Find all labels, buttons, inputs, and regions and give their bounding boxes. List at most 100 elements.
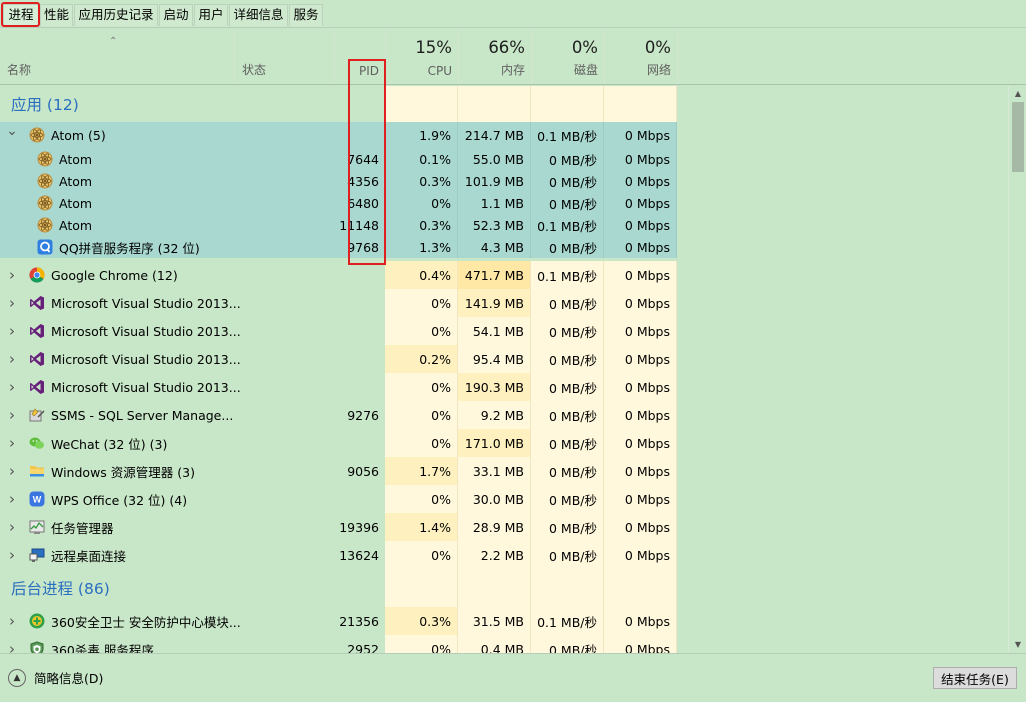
process-name-cell: Atom — [37, 170, 92, 192]
tab-performance[interactable]: 性能 — [40, 4, 73, 26]
process-row[interactable]: › Microsoft Visual Studio 2013... 0% 141.9 … — [0, 289, 677, 317]
chevron-right-icon[interactable]: › — [6, 401, 18, 429]
end-task-button[interactable]: 结束任务(E) — [933, 667, 1017, 689]
background-group-title: 后台进程 (86) — [11, 580, 110, 598]
disk-cell: 0 MB/秒 — [531, 236, 604, 258]
disk-cell: 0 MB/秒 — [531, 401, 604, 429]
net-cell: 0 Mbps — [604, 122, 677, 148]
process-row[interactable]: › W WPS Office (32 位) (4) 0% 30.0 MB 0 MB/秒 0 … — [0, 485, 677, 513]
process-name: Microsoft Visual Studio 2013... — [51, 323, 241, 339]
visual-studio-icon — [29, 351, 45, 367]
mem-cell: 214.7 MB — [458, 122, 531, 148]
tab-services[interactable]: 服务 — [289, 4, 323, 26]
process-child-row[interactable]: QQ拼音服务程序 (32 位) 9768 1.3% 4.3 MB 0 MB/秒 0 Mbp… — [0, 236, 677, 258]
fewer-details-label: 简略信息(D) — [34, 671, 104, 686]
process-name: Microsoft Visual Studio 2013... — [51, 379, 241, 395]
memory-total-percent: 66% — [488, 38, 525, 57]
tab-users[interactable]: 用户 — [194, 4, 228, 26]
pid-cell — [335, 485, 385, 513]
cpu-cell: 0% — [385, 429, 458, 457]
process-row[interactable]: › WeChat (32 位) (3) 0% 171.0 MB 0 MB/秒 0 Mbps — [0, 429, 677, 457]
disk-cell: 0 MB/秒 — [531, 429, 604, 457]
process-row[interactable]: › Microsoft Visual Studio 2013... 0% 190.3 … — [0, 373, 677, 401]
disk-column-header[interactable]: 0% 磁盘 — [532, 29, 604, 84]
chevron-up-icon: ▲ — [8, 668, 26, 687]
process-name-cell: 远程桌面连接 — [29, 541, 126, 569]
process-row[interactable]: › Microsoft Visual Studio 2013... 0.2% 95.4… — [0, 345, 677, 373]
disk-cell: 0.1 MB/秒 — [531, 214, 604, 236]
scroll-down-icon[interactable]: ▼ — [1009, 637, 1026, 653]
pid-cell — [335, 289, 385, 317]
network-column-header[interactable]: 0% 网络 — [605, 29, 677, 84]
process-list: 应用 (12) ⌄ Atom (5) 1.9% 214.7 MB 0.1 MB/秒 0 Mb… — [0, 86, 1008, 653]
cpu-cell: 0.3% — [385, 214, 458, 236]
wps-icon: W — [29, 491, 45, 507]
chevron-right-icon[interactable]: › — [6, 317, 18, 345]
cpu-cell: 1.7% — [385, 457, 458, 485]
process-name: Microsoft Visual Studio 2013... — [51, 351, 241, 367]
chevron-right-icon[interactable]: › — [6, 457, 18, 485]
memory-column-header[interactable]: 66% 内存 — [459, 29, 531, 84]
mem-cell: 0.4 MB — [458, 635, 531, 653]
chevron-right-icon[interactable]: › — [6, 261, 18, 289]
chevron-right-icon[interactable]: › — [6, 373, 18, 401]
process-name: WPS Office (32 位) (4) — [51, 492, 188, 508]
fewer-details-button[interactable]: ▲ 简略信息(D) — [8, 668, 103, 687]
disk-cell: 0 MB/秒 — [531, 457, 604, 485]
scroll-up-icon[interactable]: ▲ — [1009, 86, 1026, 102]
net-cell: 0 Mbps — [604, 345, 677, 373]
cpu-cell: 0% — [385, 541, 458, 569]
cpu-column-header[interactable]: 15% CPU — [386, 29, 458, 84]
disk-cell: 0 MB/秒 — [531, 635, 604, 653]
disk-cell: 0 MB/秒 — [531, 317, 604, 345]
pid-cell — [335, 261, 385, 289]
process-child-row[interactable]: Atom 6480 0% 1.1 MB 0 MB/秒 0 Mbps — [0, 192, 677, 214]
tab-details[interactable]: 详细信息 — [229, 4, 288, 26]
name-column-header[interactable]: ⌃ 名称 — [0, 29, 234, 84]
atom-icon — [29, 127, 45, 143]
scroll-thumb[interactable] — [1012, 102, 1024, 172]
process-row[interactable]: › SSMS - SQL Server Manage... 9276 0% 9.2 MB… — [0, 401, 677, 429]
process-row[interactable]: › Microsoft Visual Studio 2013... 0% 54.1 M… — [0, 317, 677, 345]
process-row[interactable]: ⌄ Atom (5) 1.9% 214.7 MB 0.1 MB/秒 0 Mbps — [0, 122, 677, 148]
mem-cell: 31.5 MB — [458, 607, 531, 635]
vertical-scrollbar[interactable]: ▲ ▼ — [1008, 86, 1026, 653]
process-row[interactable]: › Windows 资源管理器 (3) 9056 1.7% 33.1 MB 0 MB/秒 0… — [0, 457, 677, 485]
process-child-row[interactable]: Atom 4356 0.3% 101.9 MB 0 MB/秒 0 Mbps — [0, 170, 677, 192]
task-manager-icon — [29, 519, 45, 535]
process-row[interactable]: › 任务管理器 19396 1.4% 28.9 MB 0 MB/秒 0 Mbps — [0, 513, 677, 541]
process-row[interactable]: › 360安全卫士 安全防护中心模块... 21356 0.3% 31.5 MB 0.1 … — [0, 607, 677, 635]
pid-highlight-box — [348, 59, 386, 265]
tab-startup[interactable]: 启动 — [159, 4, 193, 26]
chevron-right-icon[interactable]: › — [6, 513, 18, 541]
process-name-cell: 360安全卫士 安全防护中心模块... — [29, 607, 241, 635]
chevron-right-icon[interactable]: › — [6, 345, 18, 373]
chevron-down-icon[interactable]: ⌄ — [6, 118, 18, 144]
net-cell: 0 Mbps — [604, 635, 677, 653]
chevron-right-icon[interactable]: › — [6, 429, 18, 457]
process-child-row[interactable]: Atom 11148 0.3% 52.3 MB 0.1 MB/秒 0 Mbps — [0, 214, 677, 236]
process-child-row[interactable]: Atom 7644 0.1% 55.0 MB 0 MB/秒 0 Mbps — [0, 148, 677, 170]
visual-studio-icon — [29, 323, 45, 339]
apps-group-row[interactable]: 应用 (12) — [0, 86, 677, 122]
pid-cell: 9276 — [347, 407, 379, 423]
process-row[interactable]: › 远程桌面连接 13624 0% 2.2 MB 0 MB/秒 0 Mbps — [0, 541, 677, 569]
status-header-label: 状态 — [242, 63, 267, 77]
chevron-right-icon[interactable]: › — [6, 485, 18, 513]
pid-cell — [335, 345, 385, 373]
chevron-right-icon[interactable]: › — [6, 635, 18, 653]
mem-cell: 4.3 MB — [458, 236, 531, 258]
chevron-right-icon[interactable]: › — [6, 541, 18, 569]
process-name-cell: QQ拼音服务程序 (32 位) — [37, 236, 200, 258]
background-group-row[interactable]: 后台进程 (86) — [0, 569, 677, 607]
chevron-right-icon[interactable]: › — [6, 607, 18, 635]
chrome-icon — [29, 267, 45, 283]
status-column-header[interactable]: 状态 — [235, 29, 334, 84]
disk-cell: 0 MB/秒 — [531, 541, 604, 569]
process-row[interactable]: › Google Chrome (12) 0.4% 471.7 MB 0.1 MB/秒 0… — [0, 261, 677, 289]
chevron-right-icon[interactable]: › — [6, 289, 18, 317]
process-row[interactable]: › 360杀毒 服务程序 2952 0% 0.4 MB 0 MB/秒 0 Mbps — [0, 635, 677, 653]
tab-app-history[interactable]: 应用历史记录 — [74, 4, 158, 26]
column-header: ⌃ 名称 状态 PID 15% CPU 66% 内存 0% 磁盘 0% 网络 — [0, 29, 1026, 85]
cpu-cell: 1.3% — [385, 236, 458, 258]
